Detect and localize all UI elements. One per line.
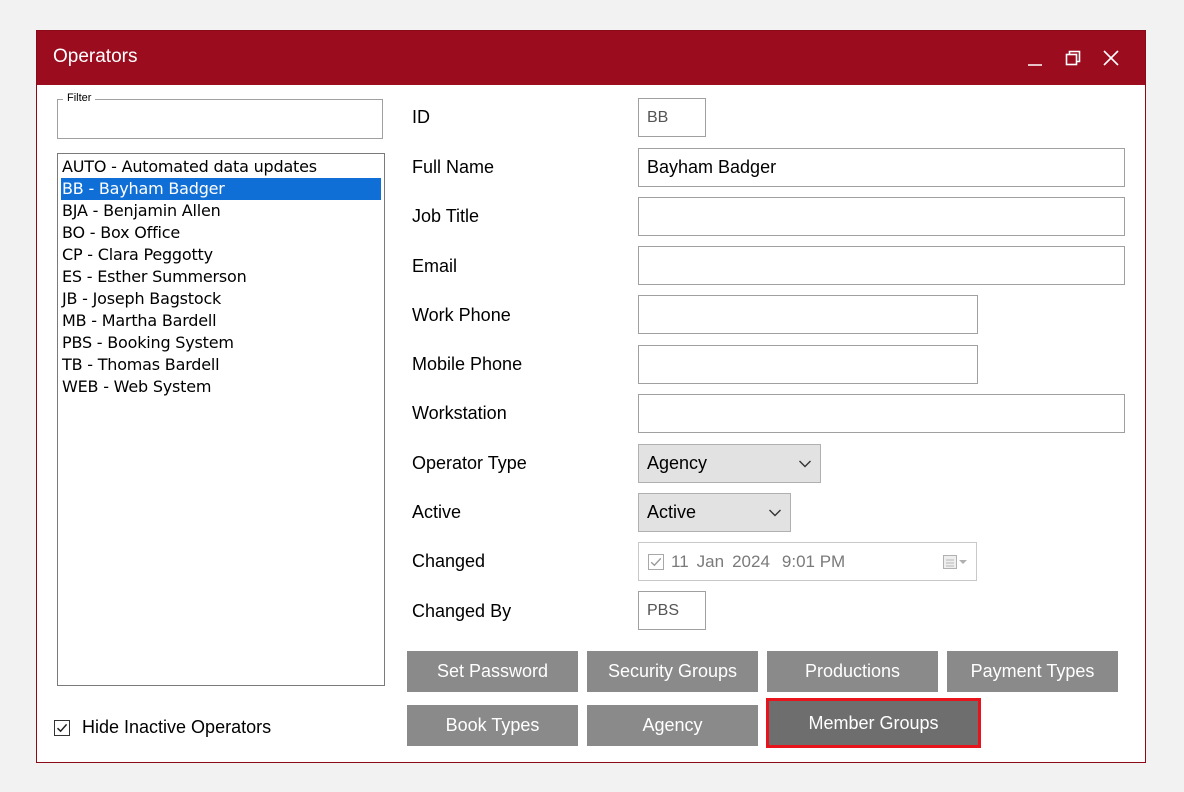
payment-types-button[interactable]: Payment Types [947, 651, 1118, 692]
email-label: Email [412, 256, 458, 276]
changed-day: 11 [671, 551, 689, 571]
operators-window: Operators Filter AUTO - Automated data u… [36, 30, 1146, 763]
filter-input[interactable] [57, 99, 383, 139]
active-value: Active [647, 502, 697, 522]
changed-year: 2024 [732, 551, 770, 571]
chevron-down-icon [799, 460, 811, 467]
agency-button[interactable]: Agency [587, 705, 758, 746]
minimize-button[interactable] [1017, 41, 1053, 75]
operator-list[interactable]: AUTO - Automated data updates BB - Bayham… [57, 153, 385, 686]
operator-list-item[interactable]: CP - Clara Peggotty [61, 244, 381, 266]
changed-month: Jan [696, 551, 725, 571]
work-phone-label: Work Phone [412, 305, 511, 325]
full-name-field[interactable]: Bayham Badger [638, 148, 1125, 187]
title-bar: Operators [37, 31, 1145, 85]
security-groups-button[interactable]: Security Groups [587, 651, 758, 692]
operator-list-item[interactable]: BJA - Benjamin Allen [61, 200, 381, 222]
id-label: ID [412, 107, 430, 127]
hide-inactive-label: Hide Inactive Operators [82, 717, 272, 737]
operator-type-label: Operator Type [412, 453, 527, 473]
filter-legend: Filter [63, 92, 96, 104]
operator-type-value: Agency [647, 453, 708, 473]
changed-by-label: Changed By [412, 601, 512, 621]
minimize-icon [1028, 64, 1042, 66]
mobile-phone-field[interactable] [638, 345, 978, 384]
operator-list-item[interactable]: BB - Bayham Badger [61, 178, 381, 200]
window-title: Operators [53, 46, 138, 67]
calendar-dropdown[interactable] [942, 554, 968, 570]
checkbox-box[interactable] [54, 719, 70, 736]
changed-checkbox[interactable] [648, 553, 664, 570]
calendar-icon [943, 554, 967, 569]
changed-by-field[interactable]: PBS [638, 591, 706, 630]
operator-list-item[interactable]: JB - Joseph Bagstock [61, 288, 381, 310]
changed-date-picker[interactable]: 11 Jan 2024 9:01 PM [638, 542, 977, 581]
operator-type-select[interactable]: Agency [638, 444, 821, 483]
id-field[interactable]: BB [638, 98, 706, 137]
operator-list-item[interactable]: WEB - Web System [61, 376, 381, 398]
hide-inactive-checkbox[interactable]: Hide Inactive Operators [54, 717, 271, 738]
job-title-label: Job Title [412, 206, 480, 226]
active-label: Active [412, 502, 462, 522]
restore-icon [1065, 50, 1081, 66]
operator-list-item[interactable]: TB - Thomas Bardell [61, 354, 381, 376]
work-phone-field[interactable] [638, 295, 978, 334]
job-title-field[interactable] [638, 197, 1125, 236]
close-button[interactable] [1093, 41, 1129, 75]
operator-list-item[interactable]: AUTO - Automated data updates [61, 156, 381, 178]
checkbox-checked-icon [648, 553, 664, 570]
changed-time: 9:01 PM [781, 551, 846, 571]
operator-list-item[interactable]: MB - Martha Bardell [61, 310, 381, 332]
book-types-button[interactable]: Book Types [407, 705, 578, 746]
operator-list-item[interactable]: ES - Esther Summerson [61, 266, 381, 288]
workstation-label: Workstation [412, 403, 507, 423]
active-select[interactable]: Active [638, 493, 791, 532]
checkmark-icon [56, 723, 68, 732]
full-name-label: Full Name [412, 157, 495, 177]
mobile-phone-label: Mobile Phone [412, 354, 523, 374]
operator-list-item[interactable]: PBS - Booking System [61, 332, 381, 354]
productions-button[interactable]: Productions [767, 651, 938, 692]
workstation-field[interactable] [638, 394, 1125, 433]
member-groups-button[interactable]: Member Groups [766, 698, 981, 748]
chevron-down-icon [769, 509, 781, 516]
maximize-button[interactable] [1055, 41, 1091, 75]
changed-label: Changed [412, 551, 486, 571]
set-password-button[interactable]: Set Password [407, 651, 578, 692]
close-icon [1103, 50, 1119, 66]
operator-list-item[interactable]: BO - Box Office [61, 222, 381, 244]
email-field[interactable] [638, 246, 1125, 285]
